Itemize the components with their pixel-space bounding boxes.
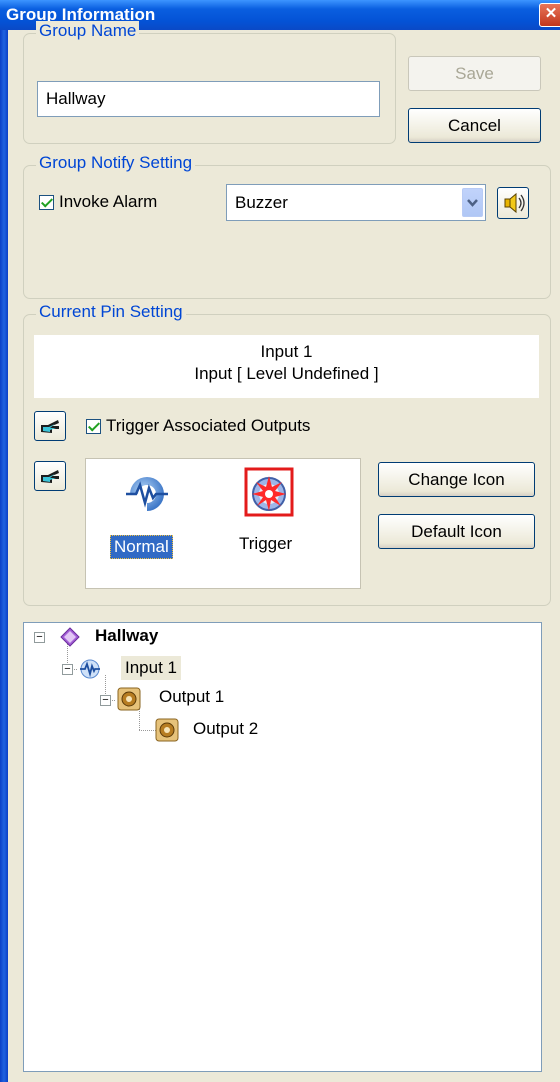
icon-list: Normal Trigger [85, 458, 361, 589]
alarm-select[interactable]: Buzzer [226, 184, 486, 221]
output-speaker-icon [117, 687, 141, 711]
output-speaker-icon [155, 718, 179, 742]
tree-collapse-input-1[interactable]: − [62, 664, 73, 675]
trigger-outputs-checkbox[interactable] [86, 419, 101, 434]
change-icon-button[interactable]: Change Icon [378, 462, 535, 497]
test-sound-button[interactable] [497, 187, 529, 219]
pointing-hand-icon [41, 470, 59, 483]
cancel-button[interactable]: Cancel [408, 108, 541, 143]
default-icon-button[interactable]: Default Icon [378, 514, 535, 549]
tree-connector [139, 730, 156, 731]
tree-collapse-hallway[interactable]: − [34, 632, 45, 643]
notify-legend: Group Notify Setting [36, 153, 196, 173]
save-button[interactable]: Save [408, 56, 541, 91]
pin-icon-button[interactable] [34, 461, 66, 491]
alarm-select-value: Buzzer [235, 193, 288, 212]
trigger-burst-icon [244, 467, 294, 517]
pin-type: Input [ Level Undefined ] [194, 364, 379, 383]
tree-node-output-2[interactable]: Output 2 [193, 719, 258, 739]
close-button[interactable]: ✕ [539, 3, 560, 27]
pin-legend: Current Pin Setting [36, 302, 186, 322]
window-frame-left [0, 30, 8, 1082]
icon-normal-item[interactable]: Normal [110, 469, 190, 564]
pin-name: Input 1 [260, 342, 313, 361]
tree-node-hallway[interactable]: Hallway [95, 626, 158, 646]
pointing-hand-icon [41, 420, 59, 433]
tree-node-input-1[interactable]: Input 1 [121, 656, 181, 680]
tree-node-output-1[interactable]: Output 1 [159, 687, 224, 707]
icon-trigger-label: Trigger [239, 534, 293, 553]
input-wave-icon [126, 477, 168, 511]
input-wave-icon [80, 659, 100, 679]
group-tree[interactable]: − Hallway − Input 1 − Output 1 Output 2 [23, 622, 542, 1072]
pin-info-panel: Input 1 Input [ Level Undefined ] [34, 335, 539, 398]
group-name-input[interactable]: Hallway [37, 81, 380, 117]
tree-collapse-output-1[interactable]: − [100, 695, 111, 706]
group-name-legend: Group Name [36, 21, 140, 41]
invoke-alarm-checkbox[interactable] [39, 195, 54, 210]
icon-normal-label: Normal [110, 535, 173, 559]
speaker-icon [504, 192, 525, 214]
invoke-alarm-label: Invoke Alarm [59, 192, 158, 211]
icon-trigger-item[interactable]: Trigger [236, 467, 326, 562]
chevron-down-icon[interactable] [462, 188, 483, 217]
pin-outputs-button[interactable] [34, 411, 66, 441]
group-diamond-icon [60, 627, 80, 647]
trigger-outputs-label: Trigger Associated Outputs [106, 416, 311, 435]
